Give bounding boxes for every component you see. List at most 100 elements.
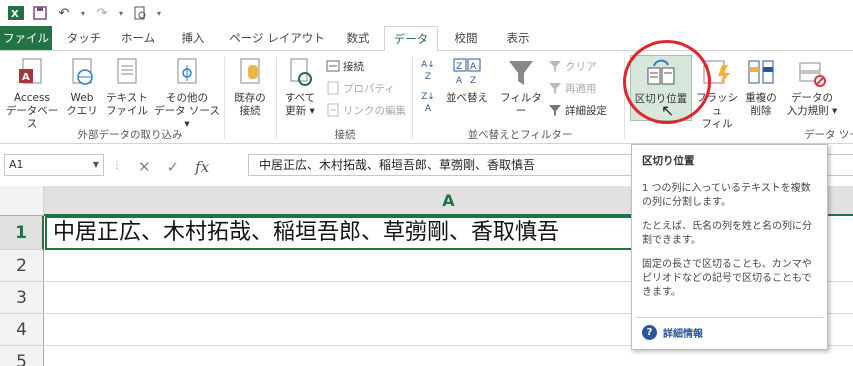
svg-text:A: A bbox=[22, 72, 30, 83]
sort-az-icon: A↓ Z bbox=[421, 60, 435, 82]
tab-review[interactable]: 校閲 bbox=[442, 26, 490, 50]
name-box[interactable]: A1 ▼ bbox=[4, 154, 104, 176]
cell-a1[interactable]: 中居正広、木村拓哉、稲垣吾郎、草彅剛、香取慎吾 bbox=[45, 216, 635, 250]
text-file-label: テキスト ファイル bbox=[106, 92, 148, 117]
properties-icon bbox=[326, 81, 340, 95]
existing-connections-label: 既存の 接続 bbox=[234, 92, 266, 117]
group-label-external-data: 外部データの取り込み bbox=[77, 129, 183, 141]
group-label-data-tools: データ ツー bbox=[804, 129, 853, 141]
redo-icon[interactable]: ↷ bbox=[92, 3, 112, 23]
highlight-circle bbox=[623, 40, 711, 124]
data-validation-icon bbox=[797, 57, 827, 89]
advanced-filter-label: 詳細設定 bbox=[565, 104, 607, 117]
refresh-all-button[interactable]: すべて 更新 ▾ bbox=[280, 57, 320, 118]
tab-touch[interactable]: タッチ bbox=[58, 26, 110, 50]
other-sources-icon bbox=[172, 57, 202, 89]
cancel-entry-icon[interactable]: ✕ bbox=[138, 158, 151, 176]
sort-za-icon: Z↓ A bbox=[421, 92, 435, 114]
svg-text:X: X bbox=[11, 9, 19, 20]
access-icon: A bbox=[17, 57, 47, 89]
web-query-icon bbox=[67, 57, 97, 89]
refresh-all-label: すべて 更新 ▾ bbox=[284, 92, 316, 117]
row-header-3[interactable]: 3 bbox=[0, 282, 44, 314]
tab-file[interactable]: ファイル bbox=[0, 26, 52, 50]
edit-links-label: リンクの編集 bbox=[343, 104, 406, 117]
row-header-5[interactable]: 5 bbox=[0, 346, 44, 366]
sort-icon: ZAAZ bbox=[452, 57, 482, 89]
connections-label: 接続 bbox=[343, 60, 364, 73]
properties-label: プロパティ bbox=[343, 82, 395, 95]
clear-filter-label: クリア bbox=[565, 60, 597, 73]
tooltip-more-info-link[interactable]: ? 詳細情報 bbox=[642, 325, 703, 340]
tab-view[interactable]: 表示 bbox=[494, 26, 542, 50]
web-query-button[interactable]: Web クエリ bbox=[62, 57, 102, 118]
data-validation-button[interactable]: データの 入力規則 ▾ bbox=[784, 57, 840, 118]
sort-label: 並べ替え bbox=[446, 92, 488, 104]
print-preview-icon[interactable] bbox=[130, 3, 150, 23]
remove-duplicates-label: 重複の 削除 bbox=[745, 92, 777, 117]
svg-text:A: A bbox=[470, 62, 477, 72]
tooltip-title: 区切り位置 bbox=[642, 155, 695, 167]
row-header-1[interactable]: 1 bbox=[0, 216, 44, 250]
properties-button[interactable]: プロパティ bbox=[326, 79, 395, 97]
more-info-label: 詳細情報 bbox=[663, 329, 703, 340]
tab-data[interactable]: データ bbox=[384, 26, 438, 51]
confirm-entry-icon[interactable]: ✓ bbox=[167, 158, 180, 176]
clear-filter-button[interactable]: クリア bbox=[548, 57, 597, 75]
connections-button[interactable]: 接続 bbox=[326, 57, 364, 75]
web-query-label: Web クエリ bbox=[66, 92, 98, 117]
text-file-button[interactable]: テキスト ファイル bbox=[104, 57, 150, 118]
advanced-filter-button[interactable]: 詳細設定 bbox=[548, 101, 607, 119]
other-sources-label: その他の データ ソース ▾ bbox=[154, 92, 220, 130]
filter-label: フィルター bbox=[500, 92, 542, 117]
reapply-label: 再適用 bbox=[565, 82, 597, 95]
save-icon[interactable] bbox=[30, 3, 50, 23]
other-sources-button[interactable]: その他の データ ソース ▾ bbox=[152, 57, 222, 131]
data-validation-label: データの 入力規則 ▾ bbox=[786, 92, 838, 117]
edit-links-button[interactable]: リンクの編集 bbox=[326, 101, 406, 119]
connections-icon bbox=[326, 59, 340, 73]
reapply-button[interactable]: 再適用 bbox=[548, 79, 597, 97]
svg-text:A: A bbox=[456, 76, 463, 86]
tooltip-example: たとえば、氏名の列を姓と名の列に分割できます。 bbox=[642, 221, 812, 246]
redo-dropdown-icon[interactable]: ▾ bbox=[116, 3, 126, 23]
tab-page-layout[interactable]: ページ レイアウト bbox=[222, 26, 332, 50]
group-separator bbox=[224, 57, 225, 139]
row-header-4[interactable]: 4 bbox=[0, 314, 44, 346]
group-separator bbox=[276, 57, 277, 139]
help-icon: ? bbox=[642, 325, 657, 340]
undo-icon[interactable]: ↶ bbox=[54, 3, 74, 23]
tooltip-divider bbox=[636, 317, 823, 318]
access-database-button[interactable]: A Access データベース bbox=[4, 57, 60, 131]
customize-qat-icon[interactable]: ▾ bbox=[154, 3, 164, 23]
ribbon-tabs: ファイル タッチ ホーム 挿入 ページ レイアウト 数式 データ 校閲 表示 bbox=[0, 26, 853, 51]
formula-controls: ⋮ ✕ ✓ fx bbox=[112, 158, 209, 176]
formula-bar-resize-icon[interactable]: ⋮ bbox=[112, 160, 122, 176]
name-box-value: A1 bbox=[9, 158, 24, 171]
sort-button[interactable]: ZAAZ 並べ替え bbox=[442, 57, 492, 105]
tab-insert[interactable]: 挿入 bbox=[168, 26, 218, 50]
existing-connections-button[interactable]: 既存の 接続 bbox=[228, 57, 272, 118]
remove-duplicates-icon bbox=[746, 57, 776, 89]
svg-text:Z: Z bbox=[456, 62, 462, 72]
tab-home[interactable]: ホーム bbox=[112, 26, 164, 50]
insert-function-icon[interactable]: fx bbox=[195, 158, 209, 176]
sort-az-button[interactable]: A↓ Z bbox=[416, 59, 440, 83]
text-file-icon bbox=[112, 57, 142, 89]
group-label-connections: 接続 bbox=[334, 129, 356, 141]
text-to-columns-tooltip: 区切り位置 1 つの列に入っているテキストを複数の列に分割します。 たとえば、氏… bbox=[631, 144, 828, 350]
access-label: Access データベース bbox=[5, 92, 59, 130]
row-header-2[interactable]: 2 bbox=[0, 250, 44, 282]
tooltip-detail: 固定の長さで区切ることも、カンマやピリオドなどの記号で区切ることもできます。 bbox=[642, 259, 812, 298]
remove-duplicates-button[interactable]: 重複の 削除 bbox=[740, 57, 782, 118]
select-all-corner[interactable] bbox=[0, 186, 44, 216]
reapply-icon bbox=[548, 81, 562, 95]
undo-dropdown-icon[interactable]: ▾ bbox=[78, 3, 88, 23]
tab-formulas[interactable]: 数式 bbox=[334, 26, 382, 50]
name-box-dropdown-icon[interactable]: ▼ bbox=[93, 155, 99, 175]
group-label-sort-filter: 並べ替えとフィルター bbox=[467, 129, 573, 141]
filter-button[interactable]: フィルター bbox=[496, 57, 546, 118]
filter-funnel-icon bbox=[506, 57, 536, 89]
existing-connections-icon bbox=[235, 57, 265, 89]
sort-za-button[interactable]: Z↓ A bbox=[416, 91, 440, 115]
